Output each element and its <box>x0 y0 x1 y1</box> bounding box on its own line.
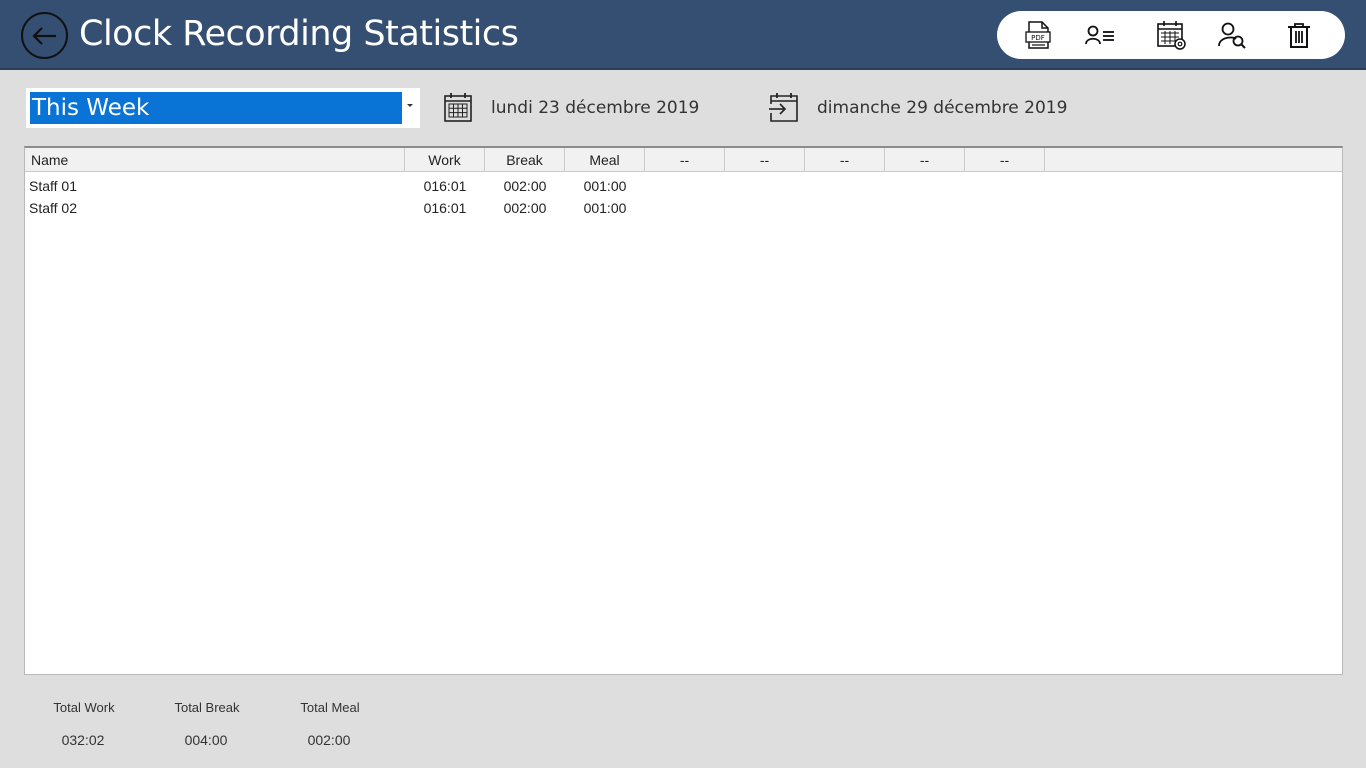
total-break-label: Total Break <box>174 700 240 715</box>
total-break-value: 004:00 <box>184 732 228 748</box>
cell-name: Staff 02 <box>29 200 78 216</box>
cell-work: 016:01 <box>423 178 467 194</box>
column-header-name[interactable]: Name <box>25 148 405 172</box>
pdf-icon-label: PDF <box>1031 34 1045 42</box>
start-date-button[interactable] <box>442 91 474 123</box>
person-search-icon <box>1218 22 1246 49</box>
end-date-text: dimanche 29 décembre 2019 <box>817 98 1068 118</box>
column-header-extra-1[interactable]: -- <box>645 148 725 172</box>
header-bar: Clock Recording Statistics PDF <box>0 0 1366 70</box>
end-date-button[interactable] <box>768 91 800 123</box>
arrow-left-icon <box>31 26 56 45</box>
calendar-arrow-icon <box>769 93 798 122</box>
cell-meal: 001:00 <box>583 200 627 216</box>
staff-list-icon <box>1085 25 1114 45</box>
calendar-icon <box>444 93 472 122</box>
back-button[interactable] <box>21 12 68 59</box>
column-header-extra-3[interactable]: -- <box>805 148 885 172</box>
trash-icon <box>1288 23 1310 48</box>
table-header: Name Work Break Meal -- -- -- -- -- <box>25 148 1342 172</box>
table-row[interactable]: Staff 02 016:01 002:00 001:00 <box>25 197 1342 219</box>
column-header-meal[interactable]: Meal <box>565 148 645 172</box>
calendar-settings-icon <box>1157 21 1186 50</box>
column-header-extra-4[interactable]: -- <box>885 148 965 172</box>
toolbar: PDF <box>997 11 1345 59</box>
column-header-break[interactable]: Break <box>485 148 565 172</box>
column-header-extra-5[interactable]: -- <box>965 148 1045 172</box>
page-title: Clock Recording Statistics <box>79 14 519 54</box>
cell-name: Staff 01 <box>29 178 78 194</box>
pdf-icon: PDF <box>1025 21 1051 49</box>
export-pdf-button[interactable]: PDF <box>1022 19 1054 51</box>
cell-meal: 001:00 <box>583 178 627 194</box>
calendar-settings-button[interactable] <box>1155 19 1187 51</box>
total-meal-label: Total Meal <box>300 700 360 715</box>
start-date-text: lundi 23 décembre 2019 <box>491 98 700 118</box>
total-meal-value: 002:00 <box>307 732 351 748</box>
column-header-work[interactable]: Work <box>405 148 485 172</box>
table-row[interactable]: Staff 01 016:01 002:00 001:00 <box>25 175 1342 197</box>
cell-work: 016:01 <box>423 200 467 216</box>
search-staff-button[interactable] <box>1216 19 1248 51</box>
period-select[interactable]: This Week <box>26 88 420 128</box>
delete-button[interactable] <box>1283 19 1315 51</box>
staff-list-button[interactable] <box>1084 19 1116 51</box>
period-select-value: This Week <box>30 92 402 124</box>
cell-break: 002:00 <box>503 178 547 194</box>
total-work-value: 032:02 <box>61 732 105 748</box>
column-header-extra-2[interactable]: -- <box>725 148 805 172</box>
cell-break: 002:00 <box>503 200 547 216</box>
statistics-table: Name Work Break Meal -- -- -- -- -- Staf… <box>24 146 1343 675</box>
total-work-label: Total Work <box>53 700 115 715</box>
chevron-down-icon <box>407 104 413 107</box>
